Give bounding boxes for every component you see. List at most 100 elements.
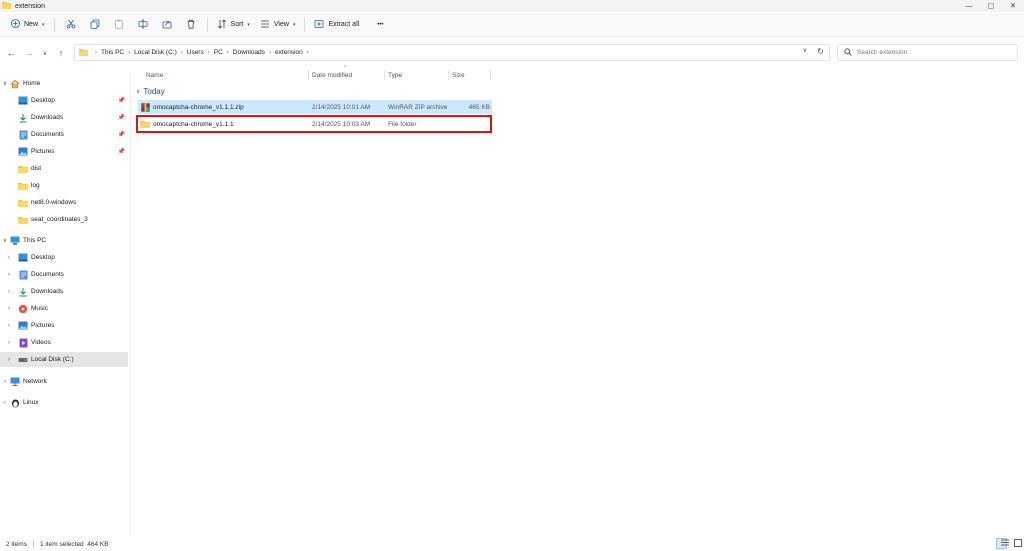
view-button[interactable]: View ▾ (255, 16, 301, 34)
column-divider[interactable] (448, 70, 449, 80)
rename-icon (138, 19, 148, 31)
chevron-right-icon[interactable]: › (0, 272, 18, 278)
sidebar-item-home[interactable]: ∨ Home (0, 76, 128, 91)
chevron-down-icon[interactable]: ∨ (0, 237, 10, 244)
chevron-down-icon: ▾ (247, 21, 250, 28)
sidebar-item-pc-pictures[interactable]: › Pictures (0, 318, 128, 333)
chevron-down-icon: ▾ (42, 21, 45, 28)
maximize-button[interactable]: ▢ (980, 0, 1002, 12)
sidebar-item-linux[interactable]: › Linux (0, 395, 128, 410)
search-input[interactable] (857, 49, 1007, 56)
recent-locations-button[interactable]: ∨ (38, 44, 52, 62)
share-button[interactable] (156, 16, 178, 34)
sidebar-item-pc-documents[interactable]: › Documents (0, 267, 128, 282)
details-view-button[interactable] (996, 538, 1009, 549)
sidebar-item-this-pc[interactable]: ∨ This PC (0, 233, 128, 248)
home-icon (10, 79, 20, 89)
annotation-highlight-box (136, 115, 492, 133)
tiles-view-button[interactable] (1009, 538, 1022, 549)
search-box[interactable] (837, 44, 1018, 61)
sidebar-item-pc-music[interactable]: › Music (0, 301, 128, 316)
address-dropdown-chevron-icon[interactable]: ∨ (803, 47, 807, 54)
chevron-right-icon[interactable]: › (0, 357, 18, 363)
paste-button[interactable] (108, 16, 130, 34)
sidebar-item-label: Downloads (31, 114, 64, 121)
breadcrumb-pc[interactable]: PC › (214, 49, 233, 56)
sidebar-item-downloads[interactable]: Downloads 📌 (0, 110, 128, 125)
breadcrumb-downloads[interactable]: Downloads › (233, 49, 275, 56)
refresh-icon[interactable]: ↻ (817, 47, 824, 56)
breadcrumb-local-disk[interactable]: Local Disk (C:) › (134, 49, 187, 56)
new-label: New (24, 21, 39, 28)
sort-button[interactable]: Sort ▾ (212, 16, 255, 34)
sidebar-item-documents[interactable]: Documents 📌 (0, 127, 128, 142)
sidebar-item-label: Home (23, 80, 41, 87)
chevron-right-icon[interactable]: › (0, 323, 18, 329)
chevron-down-icon[interactable]: ∨ (0, 80, 10, 87)
chevron-right-icon[interactable]: › (0, 289, 18, 295)
more-options-button[interactable]: ••• (372, 16, 388, 34)
sidebar-item-pc-downloads[interactable]: › Downloads (0, 284, 128, 299)
breadcrumb-extension[interactable]: extension › (275, 49, 313, 56)
pin-icon: 📌 (117, 132, 125, 138)
column-header-date[interactable]: Date modified (312, 68, 352, 82)
file-row-zip[interactable]: omocaptcha-chrome_v1.1.1.zip 2/14/2025 1… (138, 100, 492, 114)
new-button[interactable]: New ▾ (6, 16, 50, 34)
sidebar-item-label: dist (31, 165, 42, 172)
up-button[interactable]: ↑ (52, 44, 70, 62)
back-button[interactable]: ← (2, 44, 20, 62)
folder-icon (18, 198, 28, 208)
copy-button[interactable] (84, 16, 106, 34)
sidebar-item-dist[interactable]: dist (0, 161, 128, 176)
minimize-button[interactable]: — (958, 0, 980, 12)
rename-button[interactable] (132, 16, 154, 34)
group-label: Today (143, 87, 165, 96)
delete-button[interactable] (180, 16, 202, 34)
column-divider[interactable] (308, 70, 309, 80)
chevron-right-icon[interactable]: › (0, 400, 10, 406)
column-divider[interactable] (490, 70, 491, 80)
download-icon (18, 287, 28, 297)
drive-icon (18, 355, 28, 365)
item-count: 2 items (6, 540, 27, 548)
pictures-icon (18, 321, 28, 331)
sidebar-item-label: Music (31, 305, 48, 312)
sidebar-item-seat-coordinates[interactable]: seat_coordinates_3 (0, 212, 128, 227)
sidebar-item-label: Desktop (31, 254, 55, 261)
sidebar-item-label: Local Disk (C:) (31, 356, 74, 363)
desktop-icon (18, 96, 28, 106)
arrow-up-icon: ↑ (58, 48, 64, 58)
breadcrumb-users[interactable]: Users › (187, 49, 214, 56)
forward-button[interactable]: → (20, 44, 38, 62)
sidebar-item-network[interactable]: › Network (0, 374, 128, 389)
close-button[interactable]: ✕ (1002, 0, 1024, 12)
sidebar-item-net8-windows[interactable]: net8.0-windows (0, 195, 128, 210)
search-icon (844, 47, 852, 58)
cut-button[interactable] (60, 16, 82, 34)
sidebar-item-local-disk[interactable]: › Local Disk (C:) (0, 352, 128, 367)
zip-archive-icon (140, 102, 150, 112)
sidebar-item-desktop[interactable]: Desktop 📌 (0, 93, 128, 108)
music-icon (18, 304, 28, 314)
sidebar-item-pc-desktop[interactable]: › Desktop (0, 250, 128, 265)
group-header-today[interactable]: ∨ Today (136, 87, 165, 96)
sidebar-item-label: Desktop (31, 97, 55, 104)
chevron-right-icon[interactable]: › (0, 379, 10, 385)
file-size: 465 KB (468, 103, 490, 111)
chevron-right-icon[interactable]: › (0, 306, 18, 312)
column-header-size[interactable]: Size (452, 68, 465, 82)
sidebar-item-pc-videos[interactable]: › Videos (0, 335, 128, 350)
download-icon (18, 113, 28, 123)
toolbar-divider (53, 17, 55, 32)
address-bar[interactable]: › This PC › Local Disk (C:) › Users › PC › D… (74, 44, 830, 61)
sidebar-item-pictures[interactable]: Pictures 📌 (0, 144, 128, 159)
chevron-right-icon[interactable]: › (0, 255, 18, 261)
column-header-name[interactable]: Name (146, 68, 163, 82)
column-divider[interactable] (384, 70, 385, 80)
chevron-right-icon[interactable]: › (0, 340, 18, 346)
column-header-type[interactable]: Type (388, 68, 402, 82)
network-icon (10, 377, 20, 387)
extract-all-button[interactable]: Extract all (309, 16, 364, 34)
sidebar-item-log[interactable]: log (0, 178, 128, 193)
breadcrumb-this-pc[interactable]: This PC › (101, 49, 134, 56)
